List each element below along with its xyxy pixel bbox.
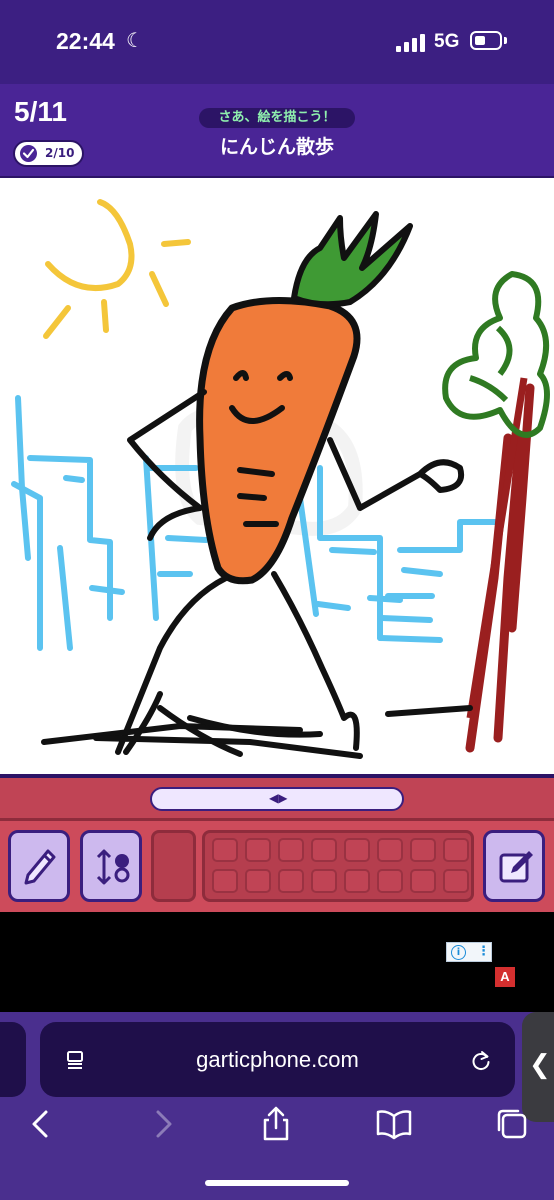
moon-icon: ☾ bbox=[126, 28, 144, 52]
ad-banner[interactable]: i ⋮ A bbox=[0, 912, 554, 1012]
palette-slot[interactable] bbox=[377, 838, 403, 862]
done-edit-button[interactable] bbox=[483, 830, 545, 902]
address-bar[interactable]: garticphone.com bbox=[40, 1022, 515, 1097]
pencil-button[interactable] bbox=[8, 830, 70, 902]
palette-slot[interactable] bbox=[212, 838, 238, 862]
ad-info[interactable]: i ⋮ bbox=[446, 942, 492, 962]
slider-arrows: ◀▶ bbox=[269, 791, 288, 805]
toolbar-divider bbox=[0, 818, 554, 821]
prompt-label: さあ、絵を描こう！ bbox=[199, 108, 355, 128]
info-icon[interactable]: i bbox=[451, 945, 466, 960]
sun bbox=[43, 199, 191, 339]
palette-slot[interactable] bbox=[245, 869, 271, 893]
palette-slot[interactable] bbox=[278, 869, 304, 893]
palette-slot[interactable] bbox=[212, 869, 238, 893]
chevron-left-icon: ❮ bbox=[529, 1050, 551, 1080]
palette-slot[interactable] bbox=[443, 838, 469, 862]
drawing-canvas[interactable] bbox=[0, 178, 554, 774]
palette-slot[interactable] bbox=[410, 838, 436, 862]
tabs-icon[interactable] bbox=[494, 1106, 530, 1142]
palette-slot[interactable] bbox=[410, 869, 436, 893]
back-icon[interactable] bbox=[24, 1106, 60, 1142]
tree bbox=[442, 271, 550, 753]
bookmarks-icon[interactable] bbox=[376, 1106, 412, 1142]
thickness-button[interactable] bbox=[80, 830, 142, 902]
network-label: 5G bbox=[434, 31, 460, 52]
status-time: 22:44 bbox=[56, 28, 115, 54]
browser-bottom-bar: garticphone.com ❮ bbox=[0, 1012, 554, 1200]
ad-badge: A bbox=[495, 967, 515, 987]
battery-icon bbox=[470, 31, 502, 50]
round-counter: 5/11 bbox=[14, 96, 67, 127]
previous-tab-preview[interactable] bbox=[0, 1022, 26, 1097]
palette-slot[interactable] bbox=[344, 869, 370, 893]
check-icon bbox=[20, 145, 37, 162]
palette-slot[interactable] bbox=[443, 869, 469, 893]
palette-slot[interactable] bbox=[344, 838, 370, 862]
empty-tool-slot[interactable] bbox=[151, 830, 196, 902]
home-indicator bbox=[205, 1180, 349, 1186]
battery-tip bbox=[504, 37, 507, 44]
thickness-slider[interactable]: ◀▶ bbox=[150, 787, 404, 811]
status-bar: 22:44 ☾ 5G bbox=[0, 0, 554, 84]
forward-icon[interactable] bbox=[144, 1106, 180, 1142]
palette-slot[interactable] bbox=[245, 838, 271, 862]
ad-menu-icon[interactable]: ⋮ bbox=[477, 944, 490, 959]
pencil-icon bbox=[24, 849, 56, 885]
drawing[interactable] bbox=[0, 178, 554, 774]
edit-icon bbox=[499, 851, 533, 883]
signal-icon bbox=[396, 34, 426, 52]
palette-slot[interactable] bbox=[311, 869, 337, 893]
prompt-text: にんじん散歩 bbox=[219, 136, 334, 158]
palette-slot[interactable] bbox=[278, 838, 304, 862]
completed-badge: 2/10 bbox=[13, 140, 84, 167]
thickness-icon bbox=[96, 849, 130, 885]
drawing-toolbar: ◀▶ bbox=[0, 774, 554, 912]
completed-count: 2/10 bbox=[45, 146, 75, 160]
carrot-leaves bbox=[291, 211, 413, 308]
reload-icon[interactable] bbox=[470, 1049, 492, 1071]
url-text[interactable]: garticphone.com bbox=[40, 1022, 515, 1097]
palette-slot[interactable] bbox=[311, 838, 337, 862]
color-palette bbox=[202, 830, 474, 902]
palette-slot[interactable] bbox=[377, 869, 403, 893]
share-icon[interactable] bbox=[258, 1106, 294, 1142]
